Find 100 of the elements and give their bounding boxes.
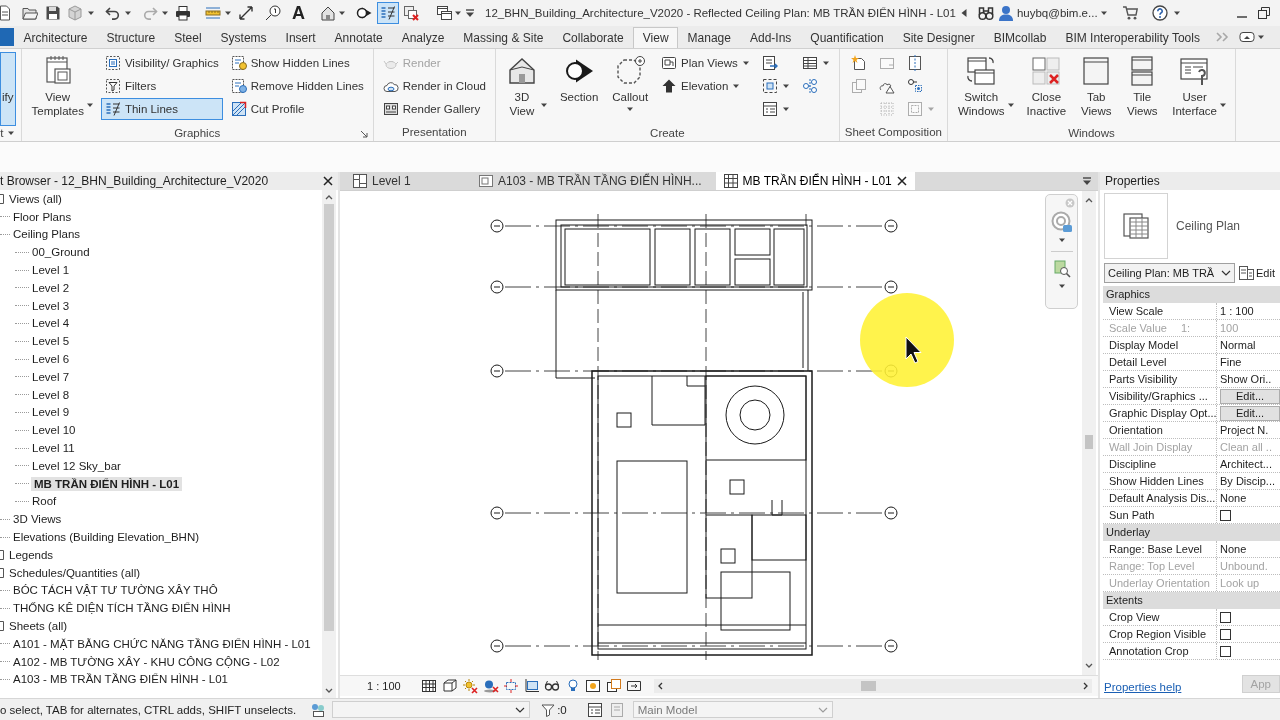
checkbox[interactable] — [1220, 611, 1231, 623]
customize-caret-icon[interactable] — [1082, 176, 1092, 186]
text-tool-button[interactable]: A — [292, 3, 305, 23]
ribbon-button[interactable]: Remove Hidden Lines — [226, 75, 368, 97]
down-chevron-icon[interactable] — [1085, 663, 1093, 669]
ribbon-tab[interactable]: Manage — [678, 27, 741, 48]
ribbon-tab[interactable]: Site Designer — [893, 27, 985, 48]
binoculars-icon[interactable] — [977, 5, 994, 21]
tree-item[interactable]: Level 7 — [31, 369, 71, 384]
eyeglasses-icon[interactable] — [544, 678, 561, 694]
edit-button[interactable]: Edit... — [1220, 405, 1280, 421]
ribbon-button[interactable]: 3D View — [500, 52, 551, 126]
tree-item[interactable]: A102 - MB TƯỜNG XÂY - KHU CÔNG CỘNG - L02 — [12, 654, 281, 669]
tree-item[interactable]: 3D Views — [12, 512, 63, 527]
ribbon-button[interactable]: Tile Views — [1121, 52, 1164, 126]
cart-icon[interactable] — [1121, 5, 1138, 21]
thin-lines-button[interactable] — [377, 2, 399, 24]
windows-icon[interactable] — [436, 5, 452, 21]
tree-item[interactable]: THỐNG KÊ DIỆN TÍCH TẦNG ĐIỂN HÌNH — [12, 601, 232, 616]
caret-icon[interactable] — [87, 9, 95, 17]
vertical-scrollbar[interactable] — [1082, 191, 1096, 675]
tree-item[interactable]: Ceiling Plans — [12, 227, 82, 242]
sphere-x-icon[interactable] — [482, 678, 499, 694]
printer-icon[interactable] — [175, 5, 191, 21]
ribbon-tab[interactable]: Massing & Site — [453, 27, 553, 48]
panel-toggle-icon[interactable] — [1239, 31, 1256, 43]
caret-icon[interactable] — [224, 9, 232, 17]
tree-item[interactable]: Elevations (Building Elevation_BHN) — [12, 530, 200, 545]
tree-item[interactable]: Schedules/Quantities (all) — [8, 565, 142, 580]
caret-icon[interactable] — [1257, 33, 1266, 41]
caret-icon[interactable] — [161, 9, 169, 17]
list-window-icon[interactable] — [586, 701, 603, 718]
ribbon-tab[interactable]: Quantification — [800, 27, 894, 48]
tree-item[interactable]: MB TRẦN ĐIỂN HÌNH - L01 — [31, 476, 183, 491]
ribbon-button[interactable]: View Templates — [26, 52, 97, 126]
vertical-scrollbar[interactable] — [322, 190, 336, 698]
tree-item[interactable]: Level 1 — [31, 263, 71, 278]
ribbon-button[interactable]: Render Gallery — [378, 98, 490, 120]
circles-box-icon[interactable] — [310, 701, 327, 718]
document-tab[interactable]: A103 - MB TRẦN TẦNG ĐIỂN HÌNH... — [471, 172, 710, 190]
dropdown-field[interactable] — [332, 701, 531, 718]
up-chevron-icon[interactable] — [325, 194, 333, 200]
tree-item[interactable]: Level 4 — [31, 316, 71, 331]
customize-caret-icon[interactable] — [465, 8, 475, 18]
edit-button[interactable]: Edit... — [1220, 388, 1280, 404]
folder-icon[interactable] — [22, 5, 38, 21]
help-icon[interactable] — [1151, 5, 1168, 21]
tree-item[interactable]: Level 8 — [31, 387, 71, 402]
horizontal-scrollbar[interactable] — [654, 679, 1092, 693]
launcher-arrow-icon[interactable] — [359, 130, 368, 138]
ribbon-tab[interactable]: Annotate — [325, 27, 393, 48]
ribbon-button[interactable]: Close Inactive — [1021, 52, 1072, 126]
group-header[interactable]: Extents — [1103, 592, 1280, 609]
ribbon-button[interactable]: Switch Windows — [952, 52, 1018, 126]
ribbon-button[interactable]: Section — [554, 52, 604, 126]
ribbon-button[interactable]: Elevation — [657, 75, 754, 97]
tree-item[interactable]: Level 6 — [31, 352, 71, 367]
caret-icon[interactable] — [1099, 9, 1108, 17]
restore-icon[interactable] — [1258, 7, 1270, 19]
user-name[interactable]: huybq@bim.e... — [1016, 7, 1098, 19]
house-icon[interactable] — [320, 5, 336, 21]
ribbon-button[interactable]: Thin Lines — [100, 98, 223, 120]
checkbox[interactable] — [1220, 628, 1231, 640]
ribbon-button[interactable]: Tab Views — [1075, 52, 1118, 126]
caret-icon[interactable] — [124, 9, 132, 17]
scrollbar-thumb[interactable] — [324, 204, 334, 631]
ribbon-button[interactable]: Cut Profile — [226, 98, 368, 120]
scrollbar-thumb[interactable] — [860, 681, 876, 691]
tree-item[interactable]: Legends — [8, 547, 55, 562]
caret-icon[interactable] — [454, 9, 462, 17]
tree-item[interactable]: Level 10 — [31, 423, 77, 438]
caret-icon[interactable] — [1057, 282, 1066, 290]
ribbon-tab[interactable]: Insert — [276, 27, 326, 48]
caret-icon[interactable] — [1172, 9, 1181, 17]
group-header[interactable]: Underlay — [1103, 524, 1280, 541]
expander-icon[interactable] — [0, 621, 4, 631]
tree-item[interactable]: BÓC TÁCH VẬT TƯ TƯỜNG XÂY THÔ — [12, 583, 219, 598]
tree-item[interactable]: Views (all) — [8, 191, 63, 206]
ribbon-button[interactable]: Show Hidden Lines — [226, 52, 368, 74]
grid-square-icon[interactable] — [421, 678, 438, 694]
right-chevron-icon[interactable] — [1083, 682, 1089, 690]
ribbon-button[interactable]: ify — [0, 52, 16, 126]
cube-outline-icon[interactable] — [441, 678, 458, 694]
ribbon-button[interactable]: User Interface — [1167, 52, 1230, 126]
ribbon-tab[interactable]: Architecture — [14, 27, 98, 48]
ribbon-button[interactable]: Callout — [607, 52, 654, 126]
scrollbar-thumb[interactable] — [1085, 435, 1093, 449]
ribbon-button[interactable]: Render in Cloud — [378, 75, 490, 97]
edit-type-button[interactable]: Edit — [1238, 265, 1275, 281]
ribbon-tab[interactable]: Systems — [211, 27, 277, 48]
ribbon-tab[interactable]: Collaborate — [552, 27, 634, 48]
tree-item[interactable]: A103 - MB TRẦN TẦNG ĐIỂN HÌNH - L01 — [12, 672, 229, 687]
tree-item[interactable]: Level 2 — [31, 280, 71, 295]
zoom-icon[interactable] — [1051, 259, 1072, 279]
tree-item[interactable]: Level 3 — [31, 298, 71, 313]
expander-icon[interactable] — [0, 193, 4, 204]
leader-circle-icon[interactable] — [265, 5, 281, 21]
tree-item[interactable]: Sheets (all) — [8, 619, 69, 633]
ribbon-tab[interactable]: Steel — [164, 27, 212, 48]
undo-icon[interactable] — [105, 5, 121, 21]
